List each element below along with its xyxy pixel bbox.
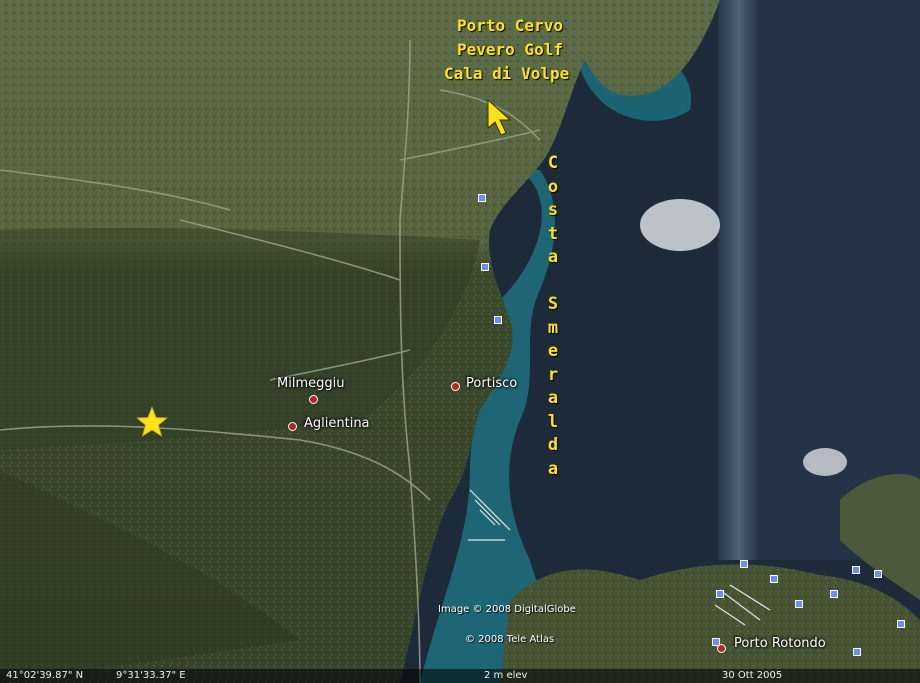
label-porto-cervo: Porto Cervo xyxy=(457,16,563,35)
photo-marker[interactable] xyxy=(830,590,838,598)
photo-marker[interactable] xyxy=(874,570,882,578)
coast-letter: r xyxy=(547,364,559,385)
coast-letter: d xyxy=(547,435,559,455)
photo-marker[interactable] xyxy=(494,316,502,324)
cloud xyxy=(640,199,720,251)
imagery-credit: Image © 2008 DigitalGlobe xyxy=(438,604,576,615)
latitude-readout: 41°02'39.87" N xyxy=(6,670,84,681)
photo-marker[interactable] xyxy=(852,566,860,574)
coast-letter: S xyxy=(547,294,559,314)
label-pevero-golf: Pevero Golf xyxy=(457,40,563,59)
photo-marker[interactable] xyxy=(740,560,748,568)
coast-letter: C xyxy=(547,153,559,173)
photo-marker[interactable] xyxy=(716,590,724,598)
coast-letter: e xyxy=(547,341,559,361)
coast-letter: m xyxy=(547,317,559,338)
photo-marker[interactable] xyxy=(481,263,489,271)
star-icon[interactable] xyxy=(136,406,168,438)
coast-letter: s xyxy=(547,200,559,220)
place-dot-aglientina[interactable] xyxy=(288,422,297,431)
label-cala-di-volpe: Cala di Volpe xyxy=(444,64,570,83)
coast-letter: a xyxy=(547,388,559,408)
coast-letter xyxy=(543,270,563,294)
satellite-map[interactable]: Porto Cervo Pevero Golf Cala di Volpe C … xyxy=(0,0,920,683)
coast-letter: t xyxy=(547,223,559,244)
place-label-porto-rotondo[interactable]: Porto Rotondo xyxy=(734,636,826,651)
place-dot-portisco[interactable] xyxy=(451,382,460,391)
coast-letter: l xyxy=(547,411,559,432)
longitude-readout: 9°31'33.37" E xyxy=(116,670,186,681)
status-bar: 41°02'39.87" N 9°31'33.37" E 2 m elev 30… xyxy=(0,669,920,683)
place-label-aglientina[interactable]: Aglientina xyxy=(304,416,370,431)
photo-marker[interactable] xyxy=(478,194,486,202)
tele-atlas-credit: © 2008 Tele Atlas xyxy=(465,634,555,645)
coast-letter: a xyxy=(547,247,559,267)
place-dot-porto-rotondo[interactable] xyxy=(717,644,726,653)
photo-marker[interactable] xyxy=(897,620,905,628)
place-label-portisco[interactable]: Portisco xyxy=(466,376,517,391)
photo-marker[interactable] xyxy=(795,600,803,608)
photo-marker[interactable] xyxy=(853,648,861,656)
coast-letter: o xyxy=(547,176,559,197)
arrow-cursor-icon xyxy=(487,98,512,136)
terrain-layer xyxy=(0,0,920,683)
elevation-readout: 2 m elev xyxy=(484,670,528,681)
place-dot-milmeggiu[interactable] xyxy=(309,395,318,404)
cloud xyxy=(803,448,847,476)
imagery-date: 30 Ott 2005 xyxy=(722,670,783,681)
place-label-milmeggiu[interactable]: Milmeggiu xyxy=(277,376,344,391)
imagery-seam xyxy=(718,0,758,560)
coast-letter: a xyxy=(547,458,559,479)
photo-marker[interactable] xyxy=(770,575,778,583)
label-costa-smeralda: C o s t a S m e r a l d a xyxy=(543,152,563,481)
